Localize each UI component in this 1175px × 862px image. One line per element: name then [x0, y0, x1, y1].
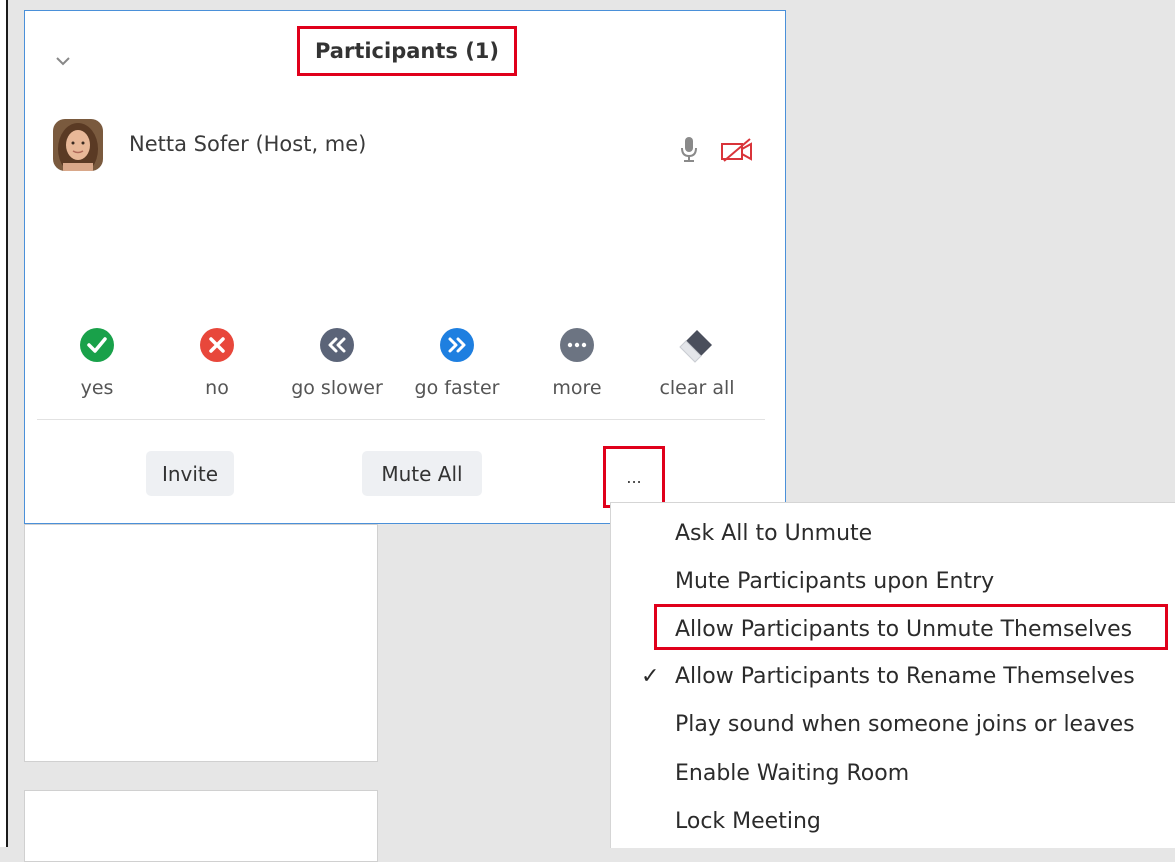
reaction-yes[interactable]: yes: [37, 325, 157, 405]
reaction-go-faster[interactable]: go faster: [397, 325, 517, 405]
menu-item-label: Lock Meeting: [675, 809, 821, 834]
ellipsis-circle-icon: [560, 328, 594, 362]
nonverbal-feedback-bar: yes no go slower go faster more clear al…: [37, 325, 767, 405]
title-highlight: Participants (1): [297, 26, 517, 76]
participants-panel: Participants (1) Netta Sofer (Host, me): [24, 10, 786, 524]
menu-item-allow-rename[interactable]: ✓ Allow Participants to Rename Themselve…: [611, 658, 1175, 698]
microphone-icon[interactable]: [679, 135, 699, 163]
menu-item-play-sound[interactable]: Play sound when someone joins or leaves: [611, 706, 1175, 746]
reaction-label: no: [205, 377, 229, 399]
panel-title: Participants (1): [314, 39, 500, 63]
menu-item-label: Play sound when someone joins or leaves: [675, 712, 1135, 737]
checkmark-icon: ✓: [641, 664, 660, 689]
menu-item-mute-upon-entry[interactable]: Mute Participants upon Entry: [611, 563, 1175, 603]
menu-item-waiting-room[interactable]: Enable Waiting Room: [611, 755, 1175, 795]
reaction-label: more: [552, 377, 602, 399]
reaction-label: yes: [80, 377, 114, 399]
rewind-circle-icon: [320, 328, 354, 362]
menu-item-label: Allow Participants to Rename Themselves: [675, 664, 1135, 689]
reaction-no[interactable]: no: [157, 325, 277, 405]
reaction-more[interactable]: more: [517, 325, 637, 405]
video-off-icon[interactable]: [720, 137, 754, 163]
window-left-border: [0, 0, 8, 847]
reaction-label: clear all: [659, 377, 735, 399]
divider: [37, 419, 765, 420]
menu-item-label: Mute Participants upon Entry: [675, 569, 995, 594]
invite-button[interactable]: Invite: [146, 451, 234, 496]
menu-item-label: Ask All to Unmute: [675, 521, 873, 546]
more-options-button[interactable]: ...: [603, 446, 665, 508]
menu-item-label: Enable Waiting Room: [675, 761, 910, 786]
background-video-tile: [24, 524, 378, 762]
reaction-label: go slower: [291, 377, 383, 399]
participant-name: Netta Sofer (Host, me): [129, 132, 367, 156]
menu-item-lock-meeting[interactable]: Lock Meeting: [611, 803, 1175, 843]
avatar: [53, 119, 103, 171]
reaction-clear-all[interactable]: clear all: [637, 325, 757, 405]
participant-photo-icon: [53, 119, 103, 171]
mute-all-button[interactable]: Mute All: [362, 451, 482, 496]
menu-item-highlight: [654, 604, 1168, 650]
eraser-icon: [679, 330, 712, 363]
fast-forward-circle-icon: [440, 328, 474, 362]
reaction-go-slower[interactable]: go slower: [277, 325, 397, 405]
more-options-menu: Ask All to Unmute Mute Participants upon…: [610, 502, 1175, 848]
reaction-label: go faster: [414, 377, 500, 399]
check-circle-icon: [80, 328, 114, 362]
background-video-tile: [24, 790, 378, 862]
x-circle-icon: [200, 328, 234, 362]
collapse-chevron-icon[interactable]: [53, 51, 73, 71]
menu-item-ask-all-unmute[interactable]: Ask All to Unmute: [611, 515, 1175, 555]
